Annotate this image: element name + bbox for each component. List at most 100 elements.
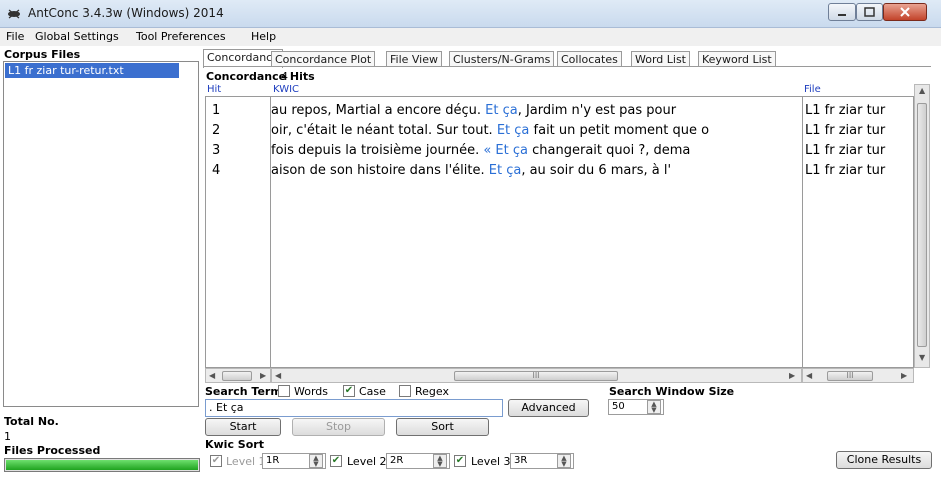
kwic-line[interactable]: aison de son histoire dans l'élite. Et ç… bbox=[271, 161, 671, 181]
search-window-size-spinner[interactable]: 50 ▲ ▼ bbox=[608, 399, 664, 415]
tab-collocates[interactable]: Collocates bbox=[557, 51, 622, 67]
level3-value: 3R bbox=[514, 455, 528, 466]
minimize-button[interactable] bbox=[828, 3, 856, 21]
scroll-down-arrow-icon[interactable]: ▼ bbox=[919, 353, 925, 362]
window-title: AntConc 3.4.3w (Windows) 2014 bbox=[28, 6, 224, 20]
level2-spinner[interactable]: 2R ▲ ▼ bbox=[386, 453, 450, 469]
kwic-hscroll-thumb[interactable]: III bbox=[454, 371, 618, 381]
kwic-keyword[interactable]: Et ça bbox=[485, 103, 518, 118]
kwic-context-left: au repos, Martial a encore déçu. bbox=[271, 103, 486, 118]
regex-checkbox[interactable] bbox=[399, 385, 411, 397]
hit-number[interactable]: 4 bbox=[212, 161, 220, 181]
column-header-hit[interactable]: Hit bbox=[207, 84, 221, 95]
scroll-right-arrow-icon[interactable]: ▶ bbox=[789, 371, 795, 380]
search-input[interactable]: . Et ça bbox=[205, 399, 503, 417]
vertical-scroll-thumb[interactable] bbox=[917, 103, 927, 347]
title-bar: AntConc 3.4.3w (Windows) 2014 bbox=[0, 0, 941, 28]
spinner-arrows-icon[interactable]: ▲ ▼ bbox=[557, 454, 571, 468]
menu-help[interactable]: Help bbox=[251, 30, 276, 43]
kwic-keyword[interactable]: Et ça bbox=[489, 163, 522, 178]
level2-value: 2R bbox=[390, 455, 404, 466]
hit-number[interactable]: 3 bbox=[212, 141, 220, 161]
level3-spinner[interactable]: 3R ▲ ▼ bbox=[510, 453, 574, 469]
level2-checkbox[interactable]: ✔ bbox=[330, 455, 342, 467]
kwic-sort-label: Kwic Sort bbox=[205, 438, 264, 451]
scroll-left-arrow-icon[interactable]: ◀ bbox=[275, 371, 281, 380]
clone-results-button[interactable]: Clone Results bbox=[836, 451, 932, 469]
scroll-right-arrow-icon[interactable]: ▶ bbox=[260, 371, 266, 380]
kwic-context-right: , au soir du 6 mars, à l' bbox=[521, 163, 672, 178]
level1-checkbox[interactable]: ✔ bbox=[210, 455, 222, 467]
kwic-context-right: fait un petit moment que o bbox=[529, 123, 710, 138]
menu-global-settings[interactable]: Global Settings bbox=[35, 30, 119, 43]
level1-value: 1R bbox=[266, 455, 280, 466]
level2-label: Level 2 bbox=[347, 455, 387, 468]
corpus-file-item[interactable]: L1 fr ziar tur-retur.txt bbox=[5, 63, 179, 78]
kwic-column-hscrollbar[interactable]: ◀ III ▶ bbox=[271, 368, 802, 383]
sort-button[interactable]: Sort bbox=[396, 418, 489, 436]
hit-hscroll-thumb[interactable] bbox=[222, 371, 252, 381]
search-window-size-label: Search Window Size bbox=[609, 385, 735, 398]
concordance-hits-count: 4 bbox=[281, 70, 288, 83]
stop-button[interactable]: Stop bbox=[292, 418, 385, 436]
hit-column[interactable]: 1234 bbox=[205, 96, 271, 368]
words-checkbox[interactable] bbox=[278, 385, 290, 397]
kwic-keyword[interactable]: Et ça bbox=[497, 123, 530, 138]
column-header-file[interactable]: File bbox=[804, 84, 821, 95]
hit-column-hscrollbar[interactable]: ◀ ▶ bbox=[205, 368, 271, 383]
scroll-right-arrow-icon[interactable]: ▶ bbox=[901, 371, 907, 380]
file-cell[interactable]: L1 fr ziar tur bbox=[805, 141, 885, 161]
concordance-hits-label: Concordance Hits bbox=[206, 70, 315, 83]
file-hscroll-thumb[interactable]: III bbox=[827, 371, 873, 381]
tab-keyword-list[interactable]: Keyword List bbox=[698, 51, 776, 67]
file-column[interactable]: L1 fr ziar tur L1 fr ziar tur L1 fr ziar t… bbox=[802, 96, 914, 368]
regex-label: Regex bbox=[415, 385, 449, 398]
kwic-context-right: , Jardim n'y est pas pour bbox=[517, 103, 677, 118]
spinner-arrows-icon[interactable]: ▲ ▼ bbox=[309, 454, 323, 468]
tab-word-list[interactable]: Word List bbox=[631, 51, 690, 67]
kwic-context-right: changerait quoi ?, dema bbox=[528, 143, 691, 158]
search-term-label: Search Term bbox=[205, 385, 282, 398]
case-checkbox[interactable]: ✔ bbox=[343, 385, 355, 397]
files-processed-label: Files Processed bbox=[4, 444, 101, 457]
start-button[interactable]: Start bbox=[205, 418, 281, 436]
level3-checkbox[interactable]: ✔ bbox=[454, 455, 466, 467]
spinner-arrows-icon[interactable]: ▲ ▼ bbox=[433, 454, 447, 468]
close-button[interactable] bbox=[883, 3, 927, 21]
search-window-size-value: 50 bbox=[612, 401, 625, 412]
kwic-line[interactable]: fois depuis la troisième journée. « Et ç… bbox=[271, 141, 690, 161]
results-vertical-scrollbar[interactable]: ▲ ▼ bbox=[914, 84, 930, 368]
total-files-label: Total No. bbox=[4, 415, 59, 428]
maximize-button[interactable] bbox=[856, 3, 883, 21]
hit-number[interactable]: 1 bbox=[212, 101, 220, 121]
level1-label: Level 1 bbox=[226, 455, 266, 468]
kwic-line[interactable]: au repos, Martial a encore déçu. Et ça, … bbox=[271, 101, 676, 121]
column-header-kwic[interactable]: KWIC bbox=[273, 84, 299, 95]
scroll-up-arrow-icon[interactable]: ▲ bbox=[919, 86, 925, 95]
advanced-button[interactable]: Advanced bbox=[508, 399, 589, 417]
spinner-arrows-icon[interactable]: ▲ ▼ bbox=[647, 400, 661, 414]
level1-spinner[interactable]: 1R ▲ ▼ bbox=[262, 453, 326, 469]
kwic-line[interactable]: oir, c'était le néant total. Sur tout. E… bbox=[271, 121, 709, 141]
file-cell[interactable]: L1 fr ziar tur bbox=[805, 101, 885, 121]
scroll-left-arrow-icon[interactable]: ◀ bbox=[806, 371, 812, 380]
file-column-hscrollbar[interactable]: ◀ III ▶ bbox=[802, 368, 914, 383]
tab-clusters-ngrams[interactable]: Clusters/N-Grams bbox=[449, 51, 555, 67]
menu-tool-preferences[interactable]: Tool Preferences bbox=[136, 30, 226, 43]
menu-file[interactable]: File bbox=[6, 30, 24, 43]
file-cell[interactable]: L1 fr ziar tur bbox=[805, 161, 885, 181]
tab-file-view[interactable]: File View bbox=[386, 51, 443, 67]
kwic-context-left: fois depuis la troisième journée. bbox=[271, 143, 484, 158]
corpus-file-list[interactable]: L1 fr ziar tur-retur.txt bbox=[3, 61, 199, 407]
file-cell[interactable]: L1 fr ziar tur bbox=[805, 121, 885, 141]
menu-bar: File Global Settings Tool Preferences He… bbox=[0, 28, 941, 46]
kwic-column[interactable]: au repos, Martial a encore déçu. Et ça, … bbox=[271, 96, 802, 368]
words-label: Words bbox=[294, 385, 329, 398]
scroll-left-arrow-icon[interactable]: ◀ bbox=[209, 371, 215, 380]
antconc-app-icon bbox=[8, 9, 20, 19]
kwic-keyword[interactable]: « Et ça bbox=[483, 143, 528, 158]
files-processed-progress-bar bbox=[4, 458, 200, 472]
hit-number[interactable]: 2 bbox=[212, 121, 220, 141]
progress-fill bbox=[6, 460, 198, 470]
tab-concordance-plot[interactable]: Concordance Plot bbox=[271, 51, 376, 67]
